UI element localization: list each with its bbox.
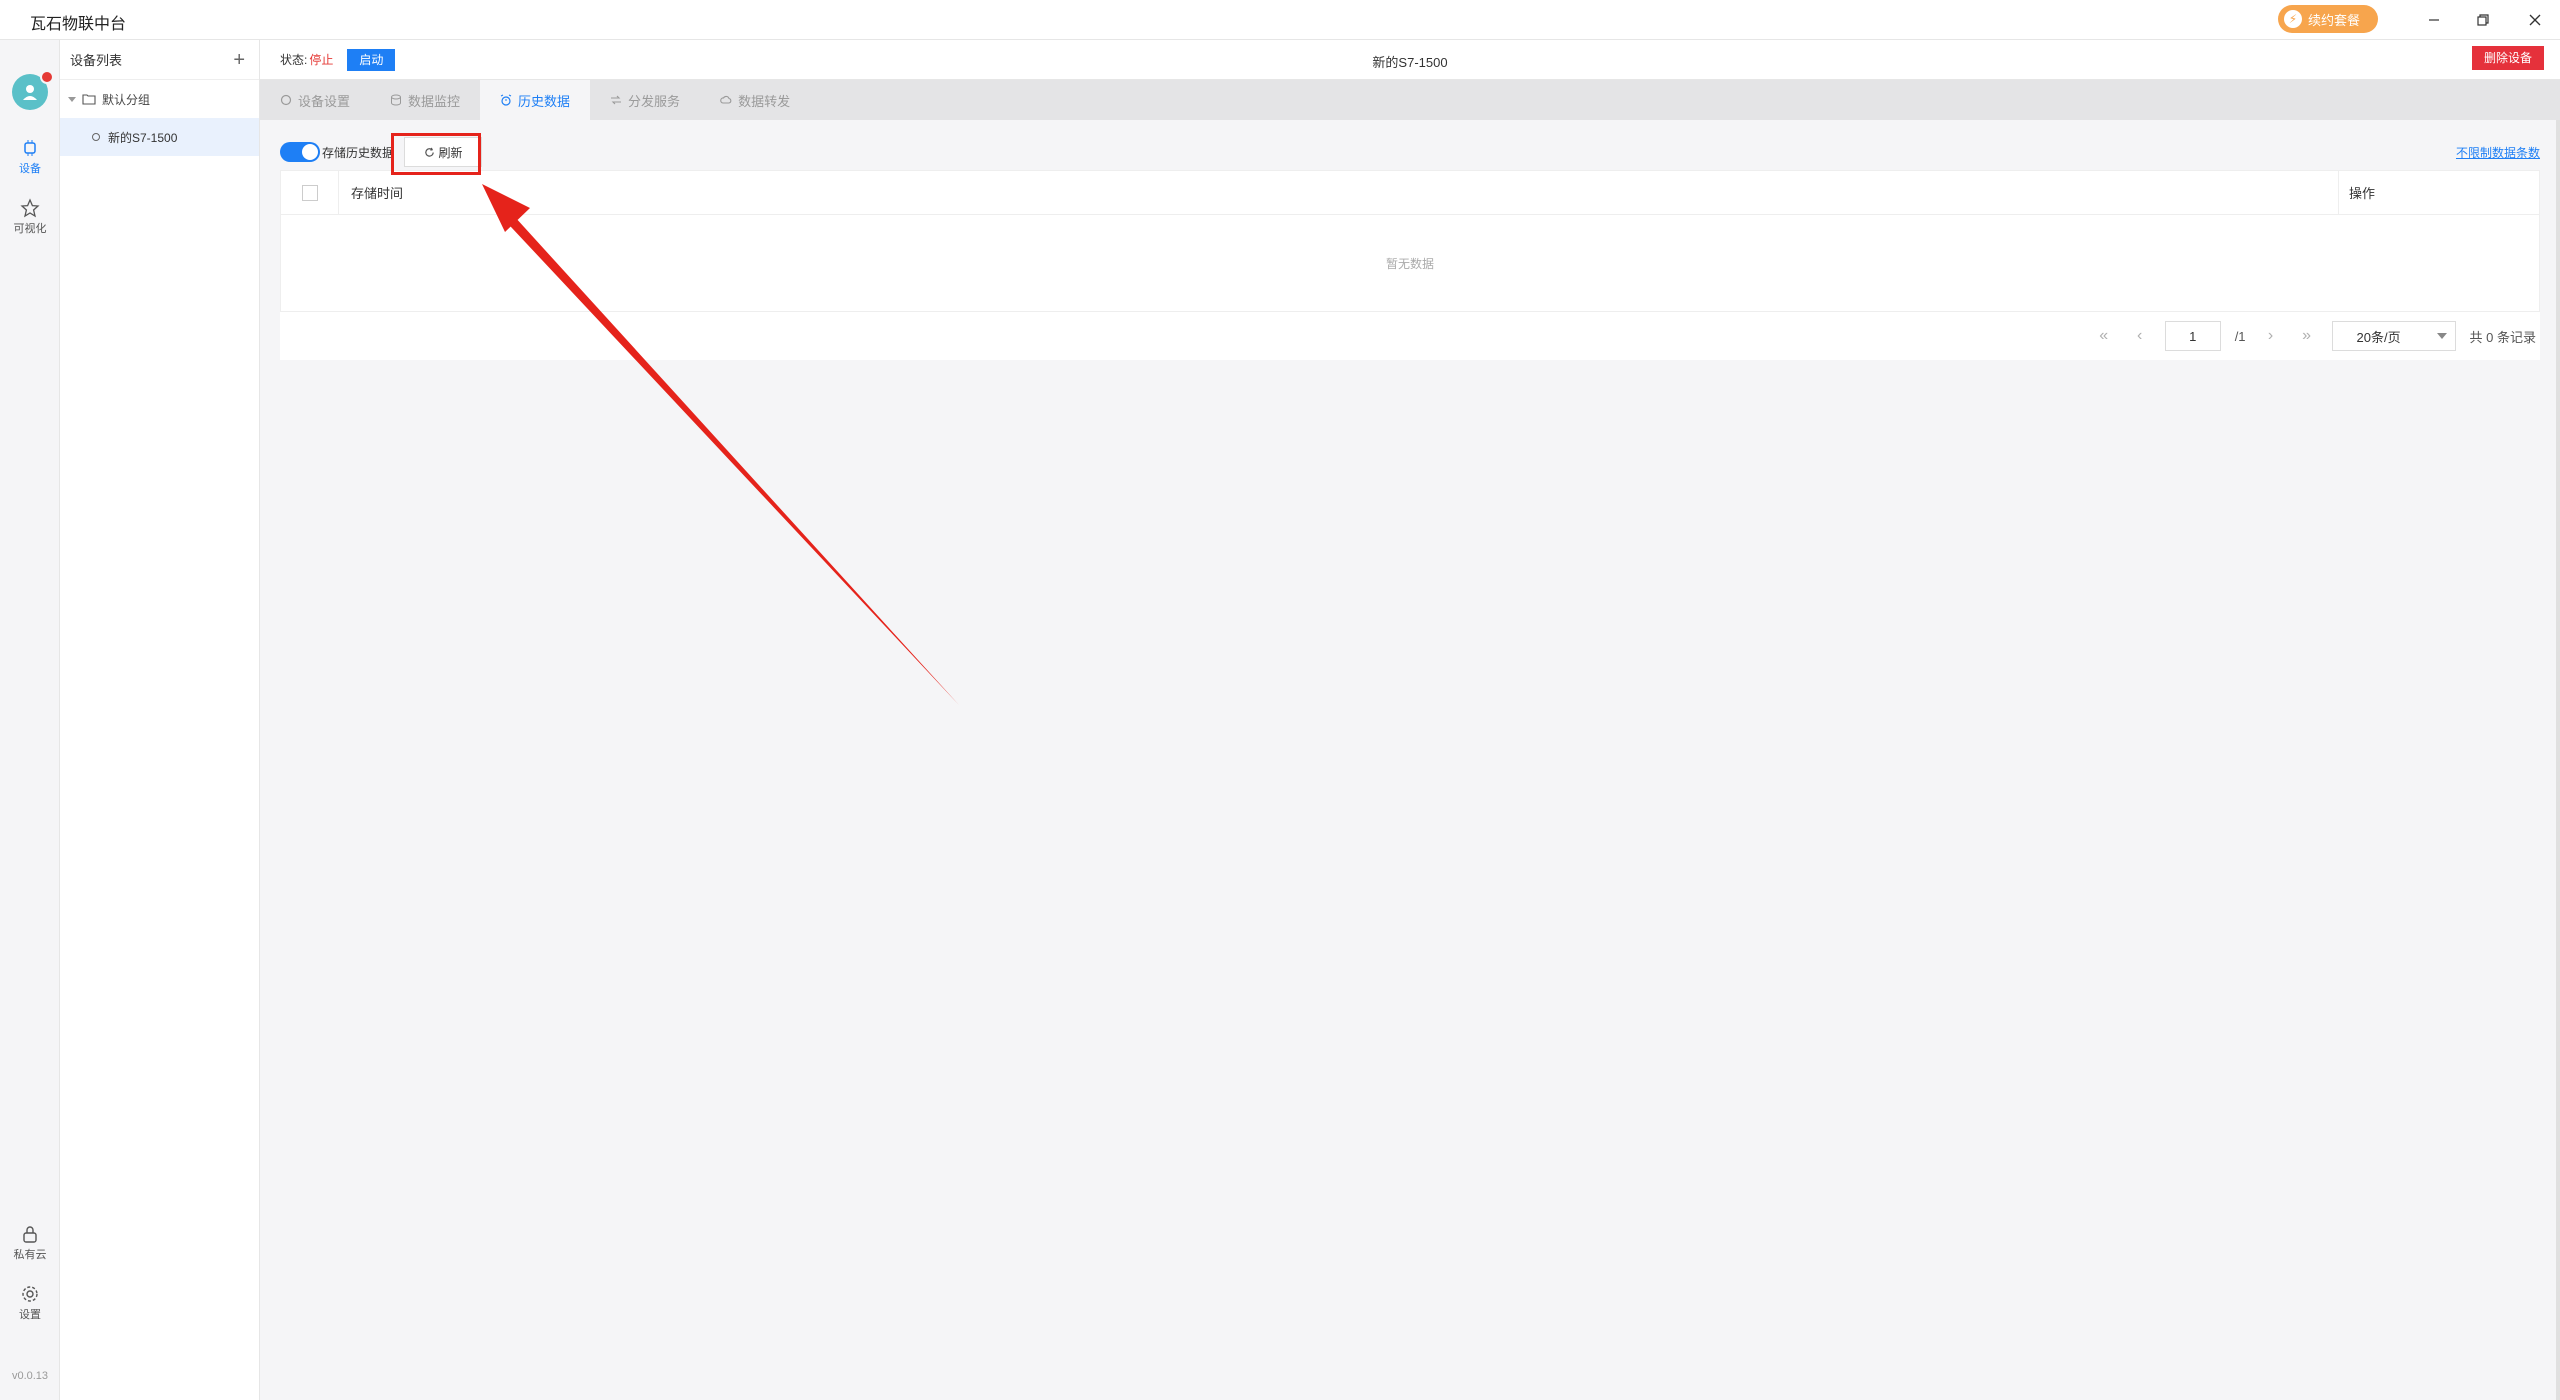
history-content: 存储历史数据 刷新 不限制数据条数 存储时间 操作 暂无数据 « ‹ 1 /1 … [260, 120, 2560, 360]
unlimited-records-link[interactable]: 不限制数据条数 [2456, 144, 2540, 161]
minimize-button[interactable] [2422, 8, 2446, 32]
close-icon [2529, 14, 2541, 26]
lock-icon [23, 1226, 37, 1243]
store-history-toggle[interactable] [280, 142, 320, 162]
tree-group-label: 默认分组 [102, 92, 151, 107]
notification-badge [40, 70, 54, 84]
user-icon [23, 85, 37, 100]
device-status-icon [92, 133, 100, 141]
tab-bar: 设备设置 数据监控 历史数据 分发服务 数据转发 [260, 80, 2560, 120]
total-records: 共 0 条记录 [2469, 329, 2536, 345]
alarm-clock-icon [500, 94, 512, 106]
tab-label: 数据监控 [408, 93, 461, 109]
tab-history-data[interactable]: 历史数据 [480, 80, 591, 120]
version-label: v0.0.13 [11, 1370, 49, 1382]
rail-item-label: 私有云 [13, 1249, 47, 1261]
restore-icon [2477, 14, 2489, 26]
store-history-label: 存储历史数据 [322, 145, 395, 160]
next-page-icon[interactable]: › [2260, 327, 2282, 345]
tab-data-forwarding[interactable]: 数据转发 [700, 80, 810, 120]
tree-group-default[interactable]: 默认分组 [60, 80, 259, 118]
tab-device-settings[interactable]: 设备设置 [260, 80, 370, 120]
status-label: 状态: [280, 53, 308, 67]
refresh-icon [424, 147, 434, 157]
lightning-icon: ⚡ [2284, 10, 2302, 28]
tree-device-item[interactable]: 新的S7-1500 [60, 118, 259, 156]
rail-item-label: 可视化 [13, 223, 47, 235]
rail-item-devices[interactable]: 设备 [0, 138, 60, 176]
chip-icon [24, 140, 36, 156]
close-button[interactable] [2523, 8, 2547, 32]
rail-item-private-cloud[interactable]: 私有云 [0, 1224, 60, 1262]
page-size-select[interactable]: 20条/页 [2331, 321, 2456, 351]
tab-data-monitor[interactable]: 数据监控 [370, 80, 480, 120]
cloud-icon [720, 95, 732, 104]
add-device-button[interactable]: + [233, 50, 245, 70]
column-header-storage-time[interactable]: 存储时间 [339, 170, 2339, 215]
first-page-icon[interactable]: « [2093, 327, 2115, 345]
tab-label: 设备设置 [298, 93, 351, 109]
pagination: « ‹ 1 /1 › » 20条/页 共 0 条记录 [280, 312, 2540, 360]
main-area: 状态: 停止 启动 新的S7-1500 删除设备 设备设置 数据监控 历史数据 … [260, 40, 2560, 1400]
page-size-value: 20条/页 [2356, 329, 2401, 345]
rail-item-visualization[interactable]: 可视化 [0, 198, 60, 236]
refresh-label: 刷新 [438, 145, 463, 160]
database-icon [391, 94, 402, 106]
rail-item-label: 设备 [19, 163, 41, 175]
page-number-input[interactable]: 1 [2164, 321, 2221, 351]
column-header-actions: 操作 [2349, 186, 2376, 201]
refresh-button[interactable]: 刷新 [404, 137, 483, 167]
rail-item-settings[interactable]: 设置 [0, 1284, 60, 1322]
tree-device-label: 新的S7-1500 [108, 130, 178, 145]
restore-button[interactable] [2471, 8, 2495, 32]
circle-icon [280, 94, 292, 106]
status-value: 停止 [309, 53, 334, 67]
device-list-panel: 设备列表 + 默认分组 新的S7-1500 [60, 40, 260, 1400]
gear-icon [22, 1286, 38, 1302]
device-list-title: 设备列表 [70, 53, 123, 68]
tab-label: 数据转发 [738, 93, 791, 109]
chevron-down-icon [68, 97, 76, 102]
rail-item-label: 设置 [19, 1309, 41, 1321]
last-page-icon[interactable]: » [2296, 327, 2318, 345]
history-toolbar: 存储历史数据 刷新 不限制数据条数 [280, 134, 2540, 170]
caret-down-icon [2436, 333, 2447, 339]
tab-label: 历史数据 [518, 93, 571, 109]
device-list-header: 设备列表 + [60, 40, 259, 80]
title-bar: 瓦石物联中台 ⚡ 续约套餐 [0, 0, 2560, 40]
table-header: 存储时间 操作 [281, 170, 2539, 215]
renew-plan-label: 续约套餐 [2308, 12, 2361, 28]
select-all-checkbox[interactable] [301, 184, 318, 201]
device-status-bar: 状态: 停止 启动 新的S7-1500 删除设备 [260, 40, 2560, 80]
device-title: 新的S7-1500 [1372, 55, 1448, 70]
avatar[interactable] [12, 70, 54, 110]
empty-state: 暂无数据 [1385, 256, 1434, 271]
star-icon [20, 198, 40, 218]
folder-icon [82, 94, 96, 105]
scrollbar[interactable] [2556, 120, 2560, 1400]
start-button[interactable]: 启动 [347, 48, 396, 71]
tab-label: 分发服务 [628, 93, 681, 109]
renew-plan-button[interactable]: ⚡ 续约套餐 [2278, 5, 2378, 33]
nav-rail: 设备 可视化 私有云 设置 v0.0.13 [0, 40, 60, 1400]
select-all-cell [281, 170, 339, 215]
minimize-icon [2429, 19, 2439, 21]
app-title: 瓦石物联中台 [30, 16, 127, 33]
tab-distribution-service[interactable]: 分发服务 [590, 80, 700, 120]
prev-page-icon[interactable]: ‹ [2129, 327, 2151, 345]
history-table: 存储时间 操作 暂无数据 [280, 170, 2540, 312]
total-pages: /1 [2234, 328, 2246, 344]
share-icon [611, 95, 622, 105]
delete-device-button[interactable]: 删除设备 [2471, 46, 2544, 70]
